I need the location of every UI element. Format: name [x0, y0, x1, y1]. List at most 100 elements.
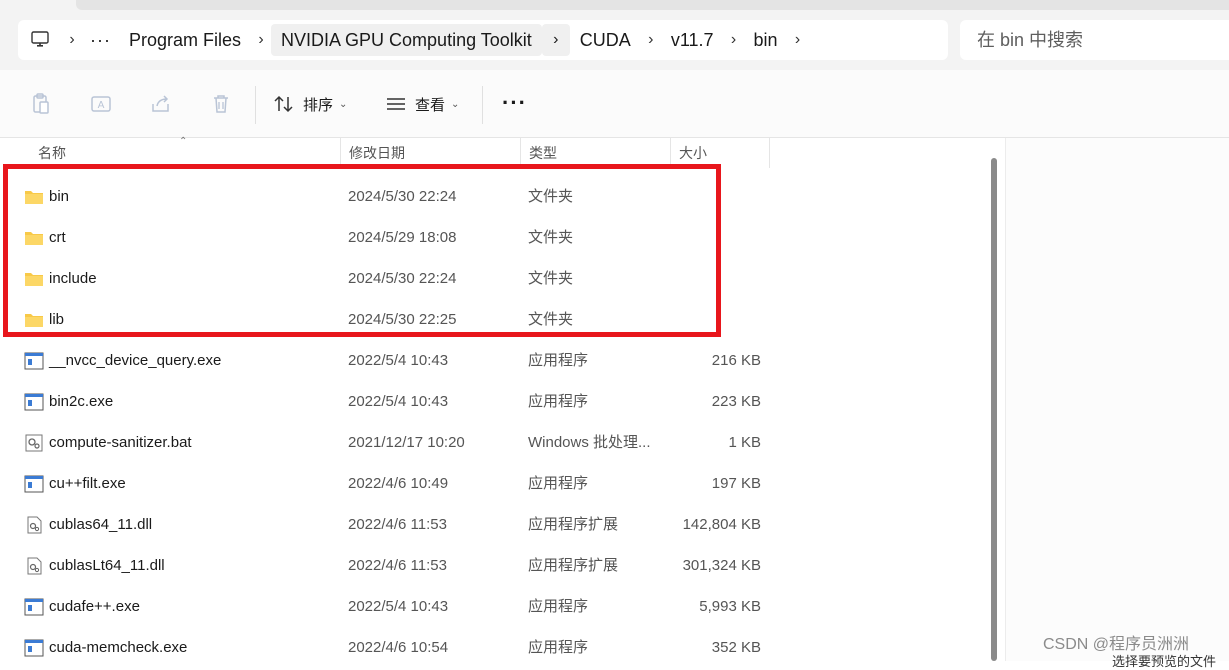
folder-icon: [24, 188, 44, 206]
file-size: 1 KB: [728, 434, 761, 451]
search-input[interactable]: 在 bin 中搜索: [960, 20, 1229, 60]
file-date: 2024/5/30 22:25: [348, 311, 457, 328]
file-date: 2022/4/6 11:53: [348, 557, 447, 574]
rename-icon[interactable]: A: [89, 92, 113, 116]
sort-icon: [274, 95, 293, 113]
bat-icon: [24, 434, 44, 452]
file-row[interactable]: cublasLt64_11.dll 2022/4/6 11:53 应用程序扩展 301…: [0, 545, 770, 586]
tab-strip-edge: [76, 0, 1229, 10]
breadcrumb-item-nvidia-gpu-computing-toolkit[interactable]: NVIDIA GPU Computing Toolkit: [271, 24, 542, 56]
delete-icon[interactable]: [209, 92, 233, 116]
this-pc-icon[interactable]: [18, 30, 62, 50]
file-type: 应用程序扩展: [528, 516, 619, 533]
file-name: cublasLt64_11.dll: [49, 557, 165, 574]
scrollbar-thumb[interactable]: [991, 158, 997, 661]
file-size: [670, 217, 761, 258]
file-row[interactable]: cuda-memcheck.exe 2022/4/6 10:54 应用程序 352 K…: [0, 627, 770, 668]
file-size: 301,324 KB: [682, 557, 761, 574]
address-row: › ··· Program Files › NVIDIA GPU Computi…: [0, 18, 1229, 70]
vertical-scrollbar[interactable]: [989, 158, 999, 661]
file-name: cudafe++.exe: [49, 598, 140, 615]
file-name: include: [49, 270, 97, 287]
file-row[interactable]: include 2024/5/30 22:24 文件夹: [0, 258, 770, 299]
file-date: 2022/4/6 10:54: [348, 639, 449, 656]
file-row[interactable]: crt 2024/5/29 18:08 文件夹: [0, 217, 770, 258]
chevron-right-icon[interactable]: ›: [724, 31, 744, 49]
file-name: bin: [49, 188, 70, 205]
svg-text:A: A: [98, 100, 105, 111]
file-row[interactable]: cublas64_11.dll 2022/4/6 11:53 应用程序扩展 142,8…: [0, 504, 770, 545]
exe-icon: [24, 475, 44, 493]
file-name: cublas64_11.dll: [49, 516, 153, 533]
view-button[interactable]: 查看 ⌄: [385, 90, 459, 118]
file-date: 2022/5/4 10:43: [348, 393, 449, 410]
file-row[interactable]: cudafe++.exe 2022/5/4 10:43 应用程序 5,993 KB: [0, 586, 770, 627]
folder-icon: [24, 311, 44, 329]
file-size: 197 KB: [711, 475, 761, 492]
column-header-date[interactable]: 修改日期: [340, 138, 520, 168]
chevron-right-icon[interactable]: ›: [641, 31, 661, 49]
file-size: [670, 299, 761, 340]
file-date: 2022/5/4 10:43: [348, 598, 449, 615]
file-size: 352 KB: [711, 639, 761, 656]
address-bar[interactable]: › ··· Program Files › NVIDIA GPU Computi…: [18, 20, 948, 60]
toolbar-separator: [482, 86, 483, 124]
file-name: __nvcc_device_query.exe: [49, 352, 222, 369]
file-type: 文件夹: [528, 188, 574, 205]
chevron-right-icon[interactable]: ›: [251, 31, 271, 49]
exe-icon: [24, 393, 44, 411]
file-row[interactable]: lib 2024/5/30 22:25 文件夹: [0, 299, 770, 340]
preview-pane: [1005, 138, 1229, 661]
file-type: 文件夹: [528, 311, 574, 328]
column-header-type[interactable]: 类型: [520, 138, 670, 168]
exe-icon: [24, 639, 44, 657]
file-type: 应用程序: [528, 393, 589, 410]
file-type: 应用程序: [528, 352, 589, 369]
chevron-right-icon[interactable]: ›: [62, 31, 82, 49]
breadcrumb-overflow-button[interactable]: ···: [82, 30, 119, 51]
file-date: 2021/12/17 10:20: [348, 434, 465, 451]
dll-icon: [24, 516, 44, 534]
view-icon: [387, 98, 405, 110]
file-row[interactable]: bin2c.exe 2022/5/4 10:43 应用程序 223 KB: [0, 381, 770, 422]
file-date: 2022/4/6 11:53: [348, 516, 447, 533]
file-row[interactable]: __nvcc_device_query.exe 2022/5/4 10:43 应用程…: [0, 340, 770, 381]
file-size: 5,993 KB: [699, 598, 761, 615]
file-row[interactable]: cu++filt.exe 2022/4/6 10:49 应用程序 197 KB: [0, 463, 770, 504]
file-name: crt: [49, 229, 66, 246]
chevron-right-icon[interactable]: ›: [788, 31, 808, 49]
exe-icon: [24, 598, 44, 616]
chevron-down-icon: ⌄: [339, 98, 348, 110]
file-date: 2024/5/30 22:24: [348, 270, 457, 287]
column-header-size[interactable]: 大小: [670, 138, 770, 168]
dll-icon: [24, 557, 44, 575]
chevron-right-icon[interactable]: ›: [541, 24, 570, 56]
share-icon[interactable]: [149, 92, 173, 116]
view-label: 查看: [415, 96, 446, 114]
command-bar: A 排序 ⌄ 查看 ⌄ ···: [0, 70, 1229, 138]
breadcrumb-item-bin[interactable]: bin: [744, 24, 788, 56]
column-header-name-label: 名称: [38, 145, 66, 161]
file-type: 应用程序: [528, 475, 589, 492]
file-row[interactable]: compute-sanitizer.bat 2021/12/17 10:20 Win…: [0, 422, 770, 463]
folder-icon: [24, 229, 44, 247]
sort-button[interactable]: 排序 ⌄: [273, 90, 347, 118]
breadcrumb-item-program-files[interactable]: Program Files: [119, 24, 251, 56]
file-size: [670, 176, 761, 217]
column-header-size-label: 大小: [679, 145, 707, 161]
file-type: 文件夹: [528, 270, 574, 287]
breadcrumb-item-v11-7[interactable]: v11.7: [661, 24, 724, 56]
file-date: 2022/4/6 10:49: [348, 475, 449, 492]
more-options-button[interactable]: ···: [502, 90, 527, 116]
file-date: 2022/5/4 10:43: [348, 352, 449, 369]
file-type: 应用程序: [528, 639, 589, 656]
file-size: 223 KB: [711, 393, 761, 410]
file-row[interactable]: bin 2024/5/30 22:24 文件夹: [0, 176, 770, 217]
file-date: 2024/5/29 18:08: [348, 229, 457, 246]
paste-icon[interactable]: [29, 92, 53, 116]
file-size: 142,804 KB: [682, 516, 761, 533]
file-list: 名称 ⌃ 修改日期 类型 大小 bin 2024/5/30 22:24 文件夹 crt…: [0, 136, 1005, 661]
file-type: 应用程序: [528, 598, 589, 615]
file-name: compute-sanitizer.bat: [49, 434, 192, 451]
breadcrumb-item-cuda[interactable]: CUDA: [570, 24, 641, 56]
